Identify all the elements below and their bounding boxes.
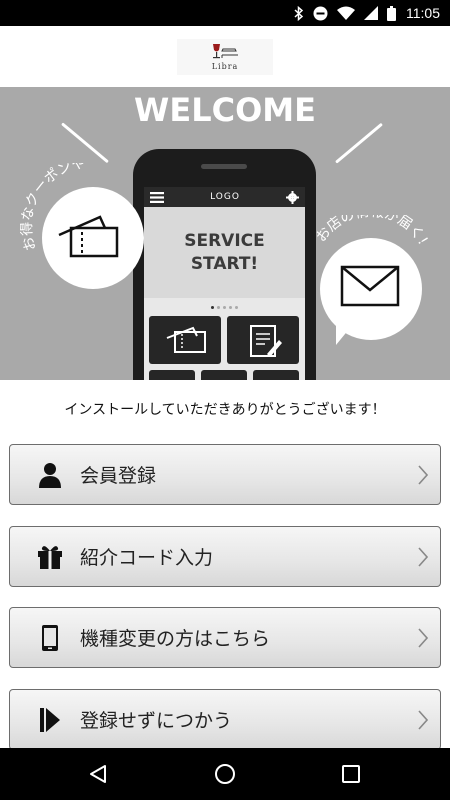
member-registration-button[interactable]: 会員登録: [9, 444, 441, 505]
logo-text: Libra: [211, 61, 239, 71]
use-without-registration-button[interactable]: 登録せずにつかう: [9, 689, 441, 750]
chevron-right-icon: [418, 627, 428, 648]
phone-tile-coupon: [149, 316, 221, 364]
chevron-right-icon: [418, 464, 428, 485]
ticket-icon: [166, 326, 206, 353]
chevron-right-icon: [418, 709, 428, 730]
back-icon[interactable]: [85, 761, 111, 787]
referral-code-label: 紹介コード入力: [80, 547, 214, 569]
skip-icon: [36, 707, 64, 732]
smartphone-icon: [36, 624, 64, 651]
phone-app-bar: LOGO: [144, 187, 305, 207]
wifi-icon: [337, 6, 355, 20]
phone-screen: LOGO SERVICE START!: [144, 187, 305, 380]
use-without-registration-label: 登録せずにつかう: [80, 710, 233, 732]
notepad-icon: [250, 325, 282, 357]
wine-glass-icon: [213, 43, 238, 58]
phone-illustration: LOGO SERVICE START!: [133, 149, 316, 380]
app-screen: 11:05 Libra WELCOME LOGO SERVICE START! …: [0, 0, 450, 800]
gear-icon: [286, 190, 299, 204]
status-bar: 11:05: [0, 0, 450, 26]
system-nav-bar: [0, 748, 450, 800]
bluetooth-icon: [294, 5, 304, 21]
battery-icon: [387, 5, 396, 21]
svg-text:お店の情報が届く!: お店の情報が届く!: [313, 215, 430, 248]
gift-icon: [36, 545, 64, 569]
phone-tile: [201, 370, 247, 380]
coupon-bubble-caption: お得なクーポンや: [20, 163, 87, 253]
referral-code-button[interactable]: 紹介コード入力: [9, 526, 441, 587]
phone-tile: [149, 370, 195, 380]
phone-banner: SERVICE START!: [144, 207, 305, 298]
install-thanks-message: インストールしていただきありがとうございます！: [64, 402, 386, 418]
signal-icon: [364, 6, 378, 20]
phone-tile-news: [227, 316, 299, 364]
notice-bubble-caption: お店の情報が届く!: [313, 215, 430, 248]
status-time: 11:05: [406, 5, 440, 21]
chevron-right-icon: [418, 546, 428, 567]
home-icon[interactable]: [212, 761, 238, 787]
phone-tile: [253, 370, 299, 380]
phone-speaker: [201, 164, 247, 169]
person-icon: [36, 462, 64, 488]
hero-banner: WELCOME LOGO SERVICE START! お得なクーポンや お店の…: [0, 87, 450, 380]
svg-text:お得なクーポンや: お得なクーポンや: [20, 163, 87, 253]
phone-banner-line1: SERVICE: [184, 230, 265, 251]
phone-banner-line2: START!: [190, 253, 259, 274]
app-header: Libra: [0, 26, 450, 87]
device-change-label: 機種変更の方はこちら: [80, 628, 271, 650]
member-registration-label: 会員登録: [80, 465, 157, 487]
recents-icon[interactable]: [338, 761, 364, 787]
phone-pager-dots: [144, 298, 305, 316]
brand-logo: Libra: [177, 38, 273, 75]
do-not-disturb-icon: [313, 6, 328, 21]
hero-title: WELCOME: [134, 91, 316, 129]
phone-logo: LOGO: [210, 192, 240, 202]
device-change-button[interactable]: 機種変更の方はこちら: [9, 607, 441, 668]
